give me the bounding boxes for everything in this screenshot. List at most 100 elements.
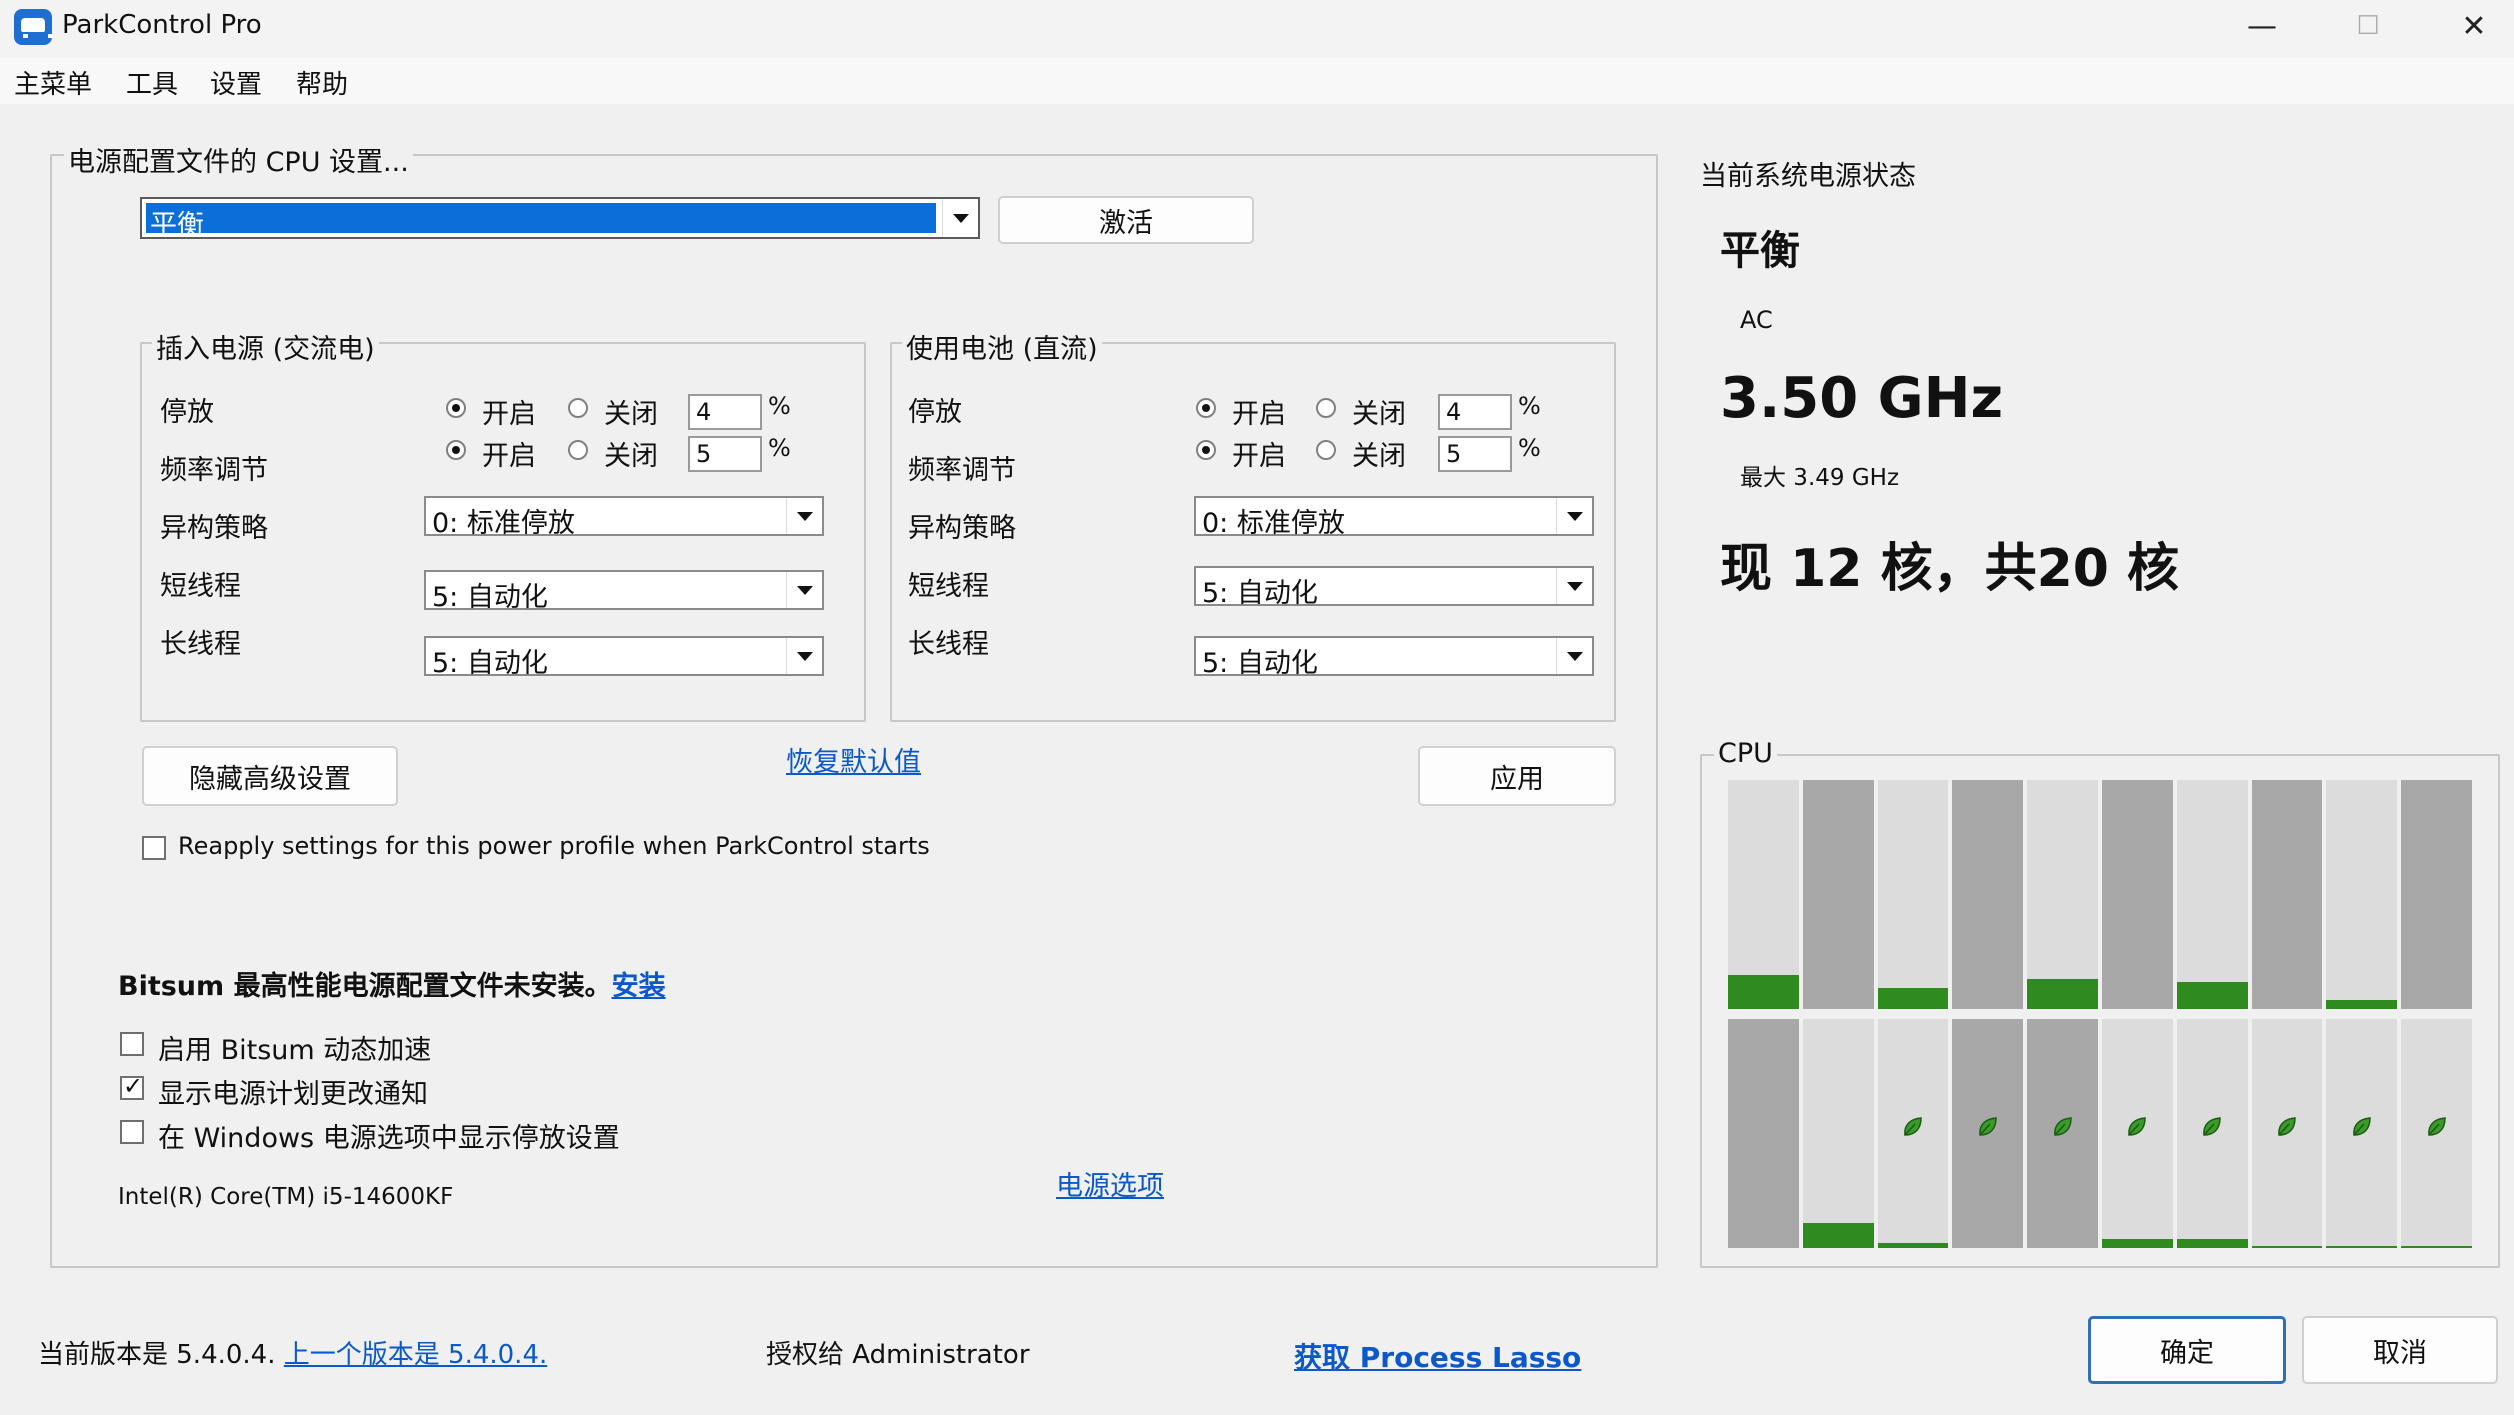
- ac-parking-percent-input[interactable]: 4: [688, 394, 762, 430]
- ac-hetero-label: 异构策略: [160, 513, 268, 544]
- maximize-button[interactable]: ☐: [2316, 0, 2420, 52]
- power-profile-select[interactable]: 平衡: [140, 197, 980, 241]
- cpu-core-7: [2251, 780, 2323, 1009]
- dc-parking-percent-input[interactable]: 4: [1438, 394, 1512, 430]
- show-windows-label: 在 Windows 电源选项中显示停放设置: [158, 1123, 620, 1154]
- status-source: AC: [1740, 306, 1773, 334]
- dc-freq-off-radio[interactable]: [1316, 440, 1336, 460]
- install-link[interactable]: 安装: [612, 971, 666, 1002]
- show-windows-checkbox[interactable]: [120, 1120, 144, 1144]
- ac-freq-label: 频率调节: [160, 455, 268, 486]
- dc-parking-off-label: 关闭: [1352, 399, 1406, 430]
- cpu-core-18: [2326, 1019, 2398, 1248]
- ac-long-select[interactable]: 5: 自动化: [424, 636, 824, 679]
- cpu-core-load: [2401, 1245, 2472, 1248]
- reapply-checkbox[interactable]: [142, 836, 166, 860]
- ac-parking-on-radio[interactable]: [446, 398, 466, 418]
- window-title: ParkControl Pro: [62, 10, 262, 40]
- menu-main[interactable]: 主菜单: [14, 64, 92, 101]
- power-profile-value: 平衡: [150, 210, 204, 241]
- hide-advanced-button[interactable]: 隐藏高级设置: [142, 746, 398, 806]
- ac-hetero-value: 0: 标准停放: [432, 508, 575, 539]
- dc-freq-on-label: 开启: [1232, 441, 1286, 472]
- menu-help[interactable]: 帮助: [296, 64, 348, 101]
- bitsum-notice-text: Bitsum 最高性能电源配置文件未安装。: [118, 971, 612, 1002]
- leaf-icon: [2274, 1114, 2300, 1140]
- ok-button[interactable]: 确定: [2088, 1316, 2286, 1384]
- ac-parking-off-radio[interactable]: [568, 398, 588, 418]
- profile-settings-legend: 电源配置文件的 CPU 设置...: [64, 140, 413, 179]
- restore-defaults-link[interactable]: 恢复默认值: [786, 740, 921, 779]
- status-heading: 当前系统电源状态: [1700, 161, 1916, 192]
- dc-parking-on-label: 开启: [1232, 399, 1286, 430]
- dc-hetero-select[interactable]: 0: 标准停放: [1194, 496, 1594, 539]
- dc-long-value: 5: 自动化: [1202, 648, 1318, 679]
- menu-tools[interactable]: 工具: [126, 64, 178, 101]
- dc-freq-percent-input[interactable]: 5: [1438, 436, 1512, 472]
- dc-parking-pct: %: [1518, 392, 1541, 420]
- chevron-down-icon[interactable]: [1556, 638, 1592, 674]
- cpu-core-2: [1877, 780, 1949, 1009]
- chevron-down-icon[interactable]: [1556, 568, 1592, 604]
- dc-parking-on-radio[interactable]: [1196, 398, 1216, 418]
- leaf-icon: [2050, 1114, 2076, 1140]
- cpu-core-12: [1877, 1019, 1949, 1248]
- chevron-down-icon[interactable]: [942, 199, 978, 237]
- leaf-icon: [1900, 1114, 1926, 1140]
- ac-freq-percent-input[interactable]: 5: [688, 436, 762, 472]
- cpu-name: Intel(R) Core(TM) i5-14600KF: [118, 1184, 454, 1210]
- ac-freq-on-label: 开启: [482, 441, 536, 472]
- ac-short-select[interactable]: 5: 自动化: [424, 570, 824, 613]
- cpu-core-load: [1877, 988, 1949, 1009]
- cancel-button[interactable]: 取消: [2302, 1316, 2498, 1384]
- ac-long-value: 5: 自动化: [432, 648, 548, 679]
- ac-hetero-select[interactable]: 0: 标准停放: [424, 496, 824, 539]
- ac-power-legend: 插入电源 (交流电): [152, 327, 379, 366]
- dc-short-label: 短线程: [908, 571, 989, 602]
- version-info: 当前版本是 5.4.0.4. 上一个版本是 5.4.0.4.: [38, 1334, 547, 1371]
- chevron-down-icon[interactable]: [786, 498, 822, 534]
- cpu-core-15: [2102, 1019, 2173, 1248]
- leaf-icon: [2199, 1114, 2225, 1140]
- leaf-icon: [2424, 1114, 2450, 1140]
- menu-bar: [0, 58, 2514, 104]
- apply-button[interactable]: 应用: [1418, 746, 1616, 806]
- leaf-icon: [2349, 1114, 2375, 1140]
- cpu-graph-legend: CPU: [1714, 738, 1777, 769]
- previous-version-link[interactable]: 上一个版本是 5.4.0.4.: [284, 1340, 548, 1370]
- ac-freq-off-label: 关闭: [604, 441, 658, 472]
- cpu-core-load: [2027, 979, 2098, 1009]
- cpu-core-load: [2326, 1245, 2398, 1248]
- minimize-button[interactable]: —: [2210, 0, 2314, 52]
- close-button[interactable]: ✕: [2422, 0, 2514, 52]
- dc-parking-label: 停放: [908, 397, 962, 428]
- dc-hetero-value: 0: 标准停放: [1202, 508, 1345, 539]
- power-options-link[interactable]: 电源选项: [1056, 1164, 1164, 1203]
- activate-button[interactable]: 激活: [998, 196, 1254, 244]
- show-notify-checkbox[interactable]: [120, 1072, 144, 1100]
- chevron-down-icon[interactable]: [786, 572, 822, 608]
- menu-settings[interactable]: 设置: [210, 64, 262, 101]
- chevron-down-icon[interactable]: [786, 638, 822, 674]
- ac-freq-off-radio[interactable]: [568, 440, 588, 460]
- ac-parking-on-label: 开启: [482, 399, 536, 430]
- ac-freq-pct: %: [768, 434, 791, 462]
- dc-parking-off-radio[interactable]: [1316, 398, 1336, 418]
- get-process-lasso-link[interactable]: 获取 Process Lasso: [1294, 1336, 1581, 1376]
- dc-freq-pct: %: [1518, 434, 1541, 462]
- cpu-core-6: [2176, 780, 2248, 1009]
- dynamic-boost-checkbox[interactable]: [120, 1032, 144, 1056]
- chevron-down-icon[interactable]: [1556, 498, 1592, 534]
- cpu-core-10: [1728, 1019, 1799, 1248]
- dc-short-select[interactable]: 5: 自动化: [1194, 566, 1594, 609]
- ac-freq-on-radio[interactable]: [446, 440, 466, 460]
- cpu-core-load: [1802, 1222, 1874, 1248]
- bitsum-notice: Bitsum 最高性能电源配置文件未安装。安装: [118, 964, 666, 1003]
- cpu-core-4: [2027, 780, 2098, 1009]
- status-cores: 现 12 核，共20 核: [1720, 539, 2180, 599]
- dc-freq-on-radio[interactable]: [1196, 440, 1216, 460]
- dc-power-legend: 使用电池 (直流): [902, 327, 1102, 366]
- cpu-core-load: [2176, 981, 2248, 1009]
- title-bar[interactable]: [0, 0, 2514, 58]
- dc-long-select[interactable]: 5: 自动化: [1194, 636, 1594, 679]
